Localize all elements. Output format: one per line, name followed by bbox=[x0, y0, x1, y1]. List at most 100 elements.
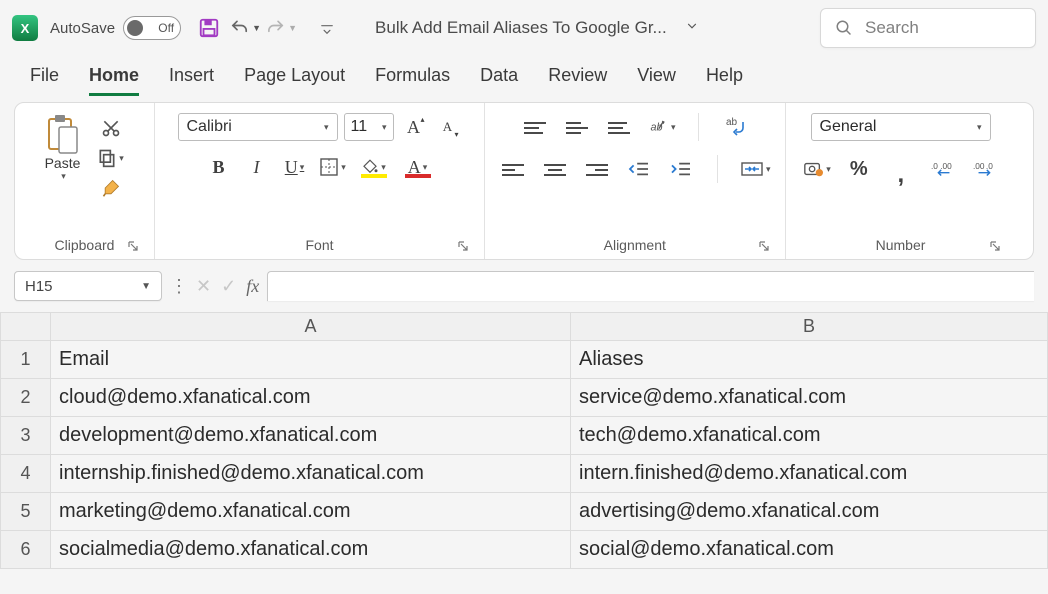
font-color-button[interactable]: A ▾ bbox=[401, 153, 435, 181]
paste-button[interactable]: Paste ▾ bbox=[45, 113, 81, 182]
row-header[interactable]: 6 bbox=[1, 531, 51, 569]
col-header-A[interactable]: A bbox=[51, 313, 571, 341]
group-label-text: Alignment bbox=[604, 237, 666, 253]
tab-home[interactable]: Home bbox=[89, 59, 139, 96]
clipboard-icon bbox=[45, 113, 81, 157]
autosave-toggle[interactable]: Off bbox=[123, 16, 181, 40]
search-icon bbox=[835, 19, 853, 37]
align-center-icon bbox=[544, 161, 566, 177]
copy-icon bbox=[97, 148, 117, 168]
wrap-text-button[interactable]: ab bbox=[721, 113, 749, 141]
tab-view[interactable]: View bbox=[637, 59, 676, 96]
cell[interactable]: Email bbox=[51, 341, 571, 379]
chevron-down-icon[interactable]: ▾ bbox=[61, 171, 66, 182]
qat-customize-button[interactable] bbox=[311, 12, 343, 44]
copy-button[interactable]: ▾ bbox=[97, 144, 125, 172]
tab-insert[interactable]: Insert bbox=[169, 59, 214, 96]
tab-formulas[interactable]: Formulas bbox=[375, 59, 450, 96]
align-middle-button[interactable] bbox=[563, 113, 591, 141]
row-header[interactable]: 4 bbox=[1, 455, 51, 493]
vertical-dots-icon[interactable]: ⋮ bbox=[170, 276, 188, 297]
fx-label[interactable]: fx bbox=[246, 276, 259, 297]
wrap-text-icon: ab bbox=[723, 116, 747, 138]
align-center-button[interactable] bbox=[541, 155, 569, 183]
cell[interactable]: socialmedia@demo.xfanatical.com bbox=[51, 531, 571, 569]
number-format-select[interactable]: General▾ bbox=[811, 113, 991, 141]
autosave-control[interactable]: AutoSave Off bbox=[50, 16, 181, 40]
borders-icon bbox=[319, 157, 339, 177]
align-bottom-button[interactable] bbox=[605, 113, 633, 141]
align-top-button[interactable] bbox=[521, 113, 549, 141]
underline-button[interactable]: U▾ bbox=[281, 153, 309, 181]
tab-review[interactable]: Review bbox=[548, 59, 607, 96]
orientation-button[interactable]: ab ▾ bbox=[647, 113, 676, 141]
font-size-select[interactable]: 11▾ bbox=[344, 113, 394, 141]
chevron-down-icon[interactable]: ▼ bbox=[141, 281, 151, 292]
decrease-decimal-icon: .00.0 bbox=[973, 159, 997, 179]
col-header-B[interactable]: B bbox=[571, 313, 1048, 341]
save-button[interactable] bbox=[193, 12, 225, 44]
spreadsheet-grid[interactable]: A B 1 Email Aliases 2 cloud@demo.xfanati… bbox=[0, 312, 1048, 569]
row-header[interactable]: 5 bbox=[1, 493, 51, 531]
dialog-launcher-icon[interactable] bbox=[757, 239, 771, 253]
italic-button[interactable]: I bbox=[243, 153, 271, 181]
increase-font-button[interactable]: A▴ bbox=[400, 113, 428, 141]
increase-decimal-button[interactable]: .0.00 bbox=[929, 155, 957, 183]
comma-style-button[interactable]: , bbox=[887, 155, 915, 183]
cell[interactable]: intern.finished@demo.xfanatical.com bbox=[571, 455, 1048, 493]
format-painter-button[interactable] bbox=[97, 174, 125, 202]
align-left-button[interactable] bbox=[499, 155, 527, 183]
row-header[interactable]: 3 bbox=[1, 417, 51, 455]
separator bbox=[698, 113, 699, 141]
chevron-down-icon[interactable] bbox=[685, 18, 699, 38]
merge-center-button[interactable]: ▾ bbox=[740, 155, 771, 183]
undo-button[interactable]: ▼ bbox=[229, 12, 261, 44]
percent-button[interactable]: % bbox=[845, 155, 873, 183]
redo-button[interactable]: ▼ bbox=[265, 12, 297, 44]
cut-button[interactable] bbox=[97, 114, 125, 142]
group-font: Calibri▾ 11▾ A▴ A▾ B I U▾ ▾ ▾ A bbox=[155, 103, 485, 259]
dialog-launcher-icon[interactable] bbox=[126, 239, 140, 253]
group-label-text: Clipboard bbox=[55, 237, 115, 253]
bold-button[interactable]: B bbox=[205, 153, 233, 181]
tab-file[interactable]: File bbox=[30, 59, 59, 96]
cell[interactable]: cloud@demo.xfanatical.com bbox=[51, 379, 571, 417]
formula-input[interactable] bbox=[267, 271, 1034, 301]
group-number: General▾ ▾ % , .0.00 .00.0 Number bbox=[786, 103, 1016, 259]
svg-text:.0: .0 bbox=[986, 161, 993, 171]
borders-button[interactable]: ▾ bbox=[319, 153, 347, 181]
cancel-formula-button[interactable]: ✕ bbox=[196, 276, 211, 297]
document-title[interactable]: Bulk Add Email Aliases To Google Gr... bbox=[375, 18, 699, 38]
decrease-indent-button[interactable] bbox=[625, 155, 653, 183]
table-row: 3 development@demo.xfanatical.com tech@d… bbox=[1, 417, 1048, 455]
row-header[interactable]: 1 bbox=[1, 341, 51, 379]
dialog-launcher-icon[interactable] bbox=[988, 239, 1002, 253]
increase-indent-button[interactable] bbox=[667, 155, 695, 183]
cell[interactable]: service@demo.xfanatical.com bbox=[571, 379, 1048, 417]
name-box[interactable]: H15 ▼ bbox=[14, 271, 162, 301]
font-name-select[interactable]: Calibri▾ bbox=[178, 113, 338, 141]
autosave-label: AutoSave bbox=[50, 20, 115, 37]
svg-text:.00: .00 bbox=[973, 161, 985, 171]
cell[interactable]: internship.finished@demo.xfanatical.com bbox=[51, 455, 571, 493]
cell[interactable]: advertising@demo.xfanatical.com bbox=[571, 493, 1048, 531]
dialog-launcher-icon[interactable] bbox=[456, 239, 470, 253]
tab-data[interactable]: Data bbox=[480, 59, 518, 96]
fill-color-button[interactable]: ▾ bbox=[357, 153, 391, 181]
align-right-button[interactable] bbox=[583, 155, 611, 183]
cell[interactable]: Aliases bbox=[571, 341, 1048, 379]
search-input[interactable]: Search bbox=[820, 8, 1036, 48]
cell[interactable]: tech@demo.xfanatical.com bbox=[571, 417, 1048, 455]
decrease-decimal-button[interactable]: .00.0 bbox=[971, 155, 999, 183]
row-header[interactable]: 2 bbox=[1, 379, 51, 417]
select-all-corner[interactable] bbox=[1, 313, 51, 341]
enter-formula-button[interactable]: ✓ bbox=[221, 276, 236, 297]
tab-help[interactable]: Help bbox=[706, 59, 743, 96]
tab-page-layout[interactable]: Page Layout bbox=[244, 59, 345, 96]
cell[interactable]: marketing@demo.xfanatical.com bbox=[51, 493, 571, 531]
decrease-font-button[interactable]: A▾ bbox=[434, 113, 462, 141]
cell[interactable]: development@demo.xfanatical.com bbox=[51, 417, 571, 455]
cell[interactable]: social@demo.xfanatical.com bbox=[571, 531, 1048, 569]
table-row: 1 Email Aliases bbox=[1, 341, 1048, 379]
accounting-format-button[interactable]: ▾ bbox=[802, 155, 831, 183]
